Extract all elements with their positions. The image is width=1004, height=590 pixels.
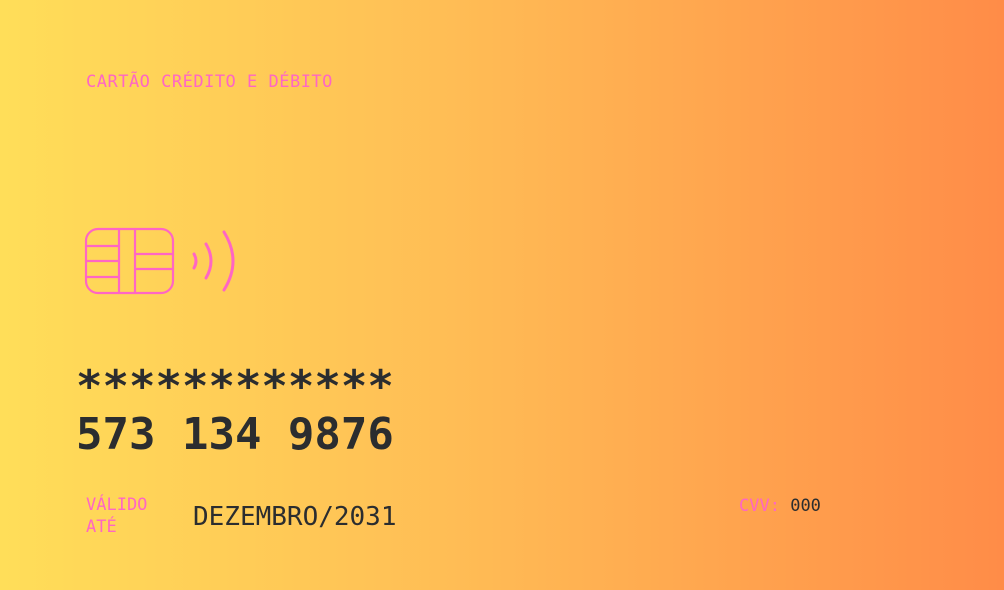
credit-card: CARTÃO CRÉDITO E DÉBITO ************ 573…	[0, 0, 1004, 590]
contactless-icon	[192, 230, 235, 292]
valid-thru-label: VÁLIDO ATÉ	[86, 495, 148, 537]
card-number-masked: ************	[76, 361, 394, 412]
cvv: CVV: 000	[739, 495, 821, 517]
chip-icon	[84, 227, 175, 295]
card-number-visible: 573 134 9876	[76, 409, 394, 460]
card-type-label: CARTÃO CRÉDITO E DÉBITO	[86, 72, 333, 92]
cvv-value: 000	[790, 496, 821, 516]
valid-thru-value: DEZEMBRO/2031	[193, 502, 397, 532]
cvv-label: CVV:	[739, 496, 780, 516]
